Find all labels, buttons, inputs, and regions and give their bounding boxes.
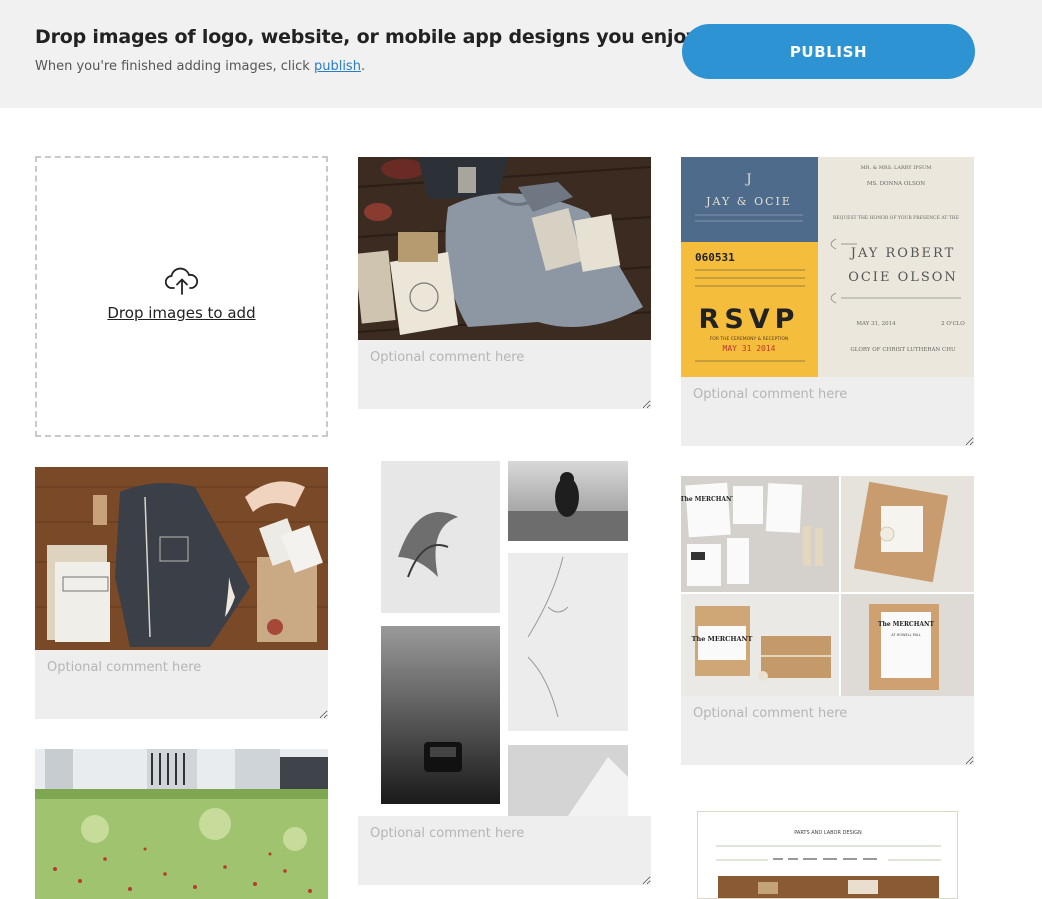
comment-input[interactable] (681, 696, 974, 765)
merchant-envelope-title: The MERCHANT (878, 621, 935, 628)
wedding-date-left: MAY 31, 2014 (856, 321, 896, 327)
image-hoodie-flatlay (35, 467, 328, 650)
image-merchant-stationery: The MERCHANT The MERCHANT The MERCHANT A… (681, 476, 974, 696)
parts-labor-title: PARTS AND LABOR DESIGN (794, 830, 862, 836)
comment-input[interactable] (358, 816, 651, 885)
cloud-upload-icon (165, 267, 199, 295)
wedding-date-right: 2 O'CLO (941, 321, 965, 327)
merchant-sub: AT HOWELL MILL (891, 633, 920, 637)
comment-input[interactable] (358, 340, 651, 409)
image-city-meadow (35, 749, 328, 899)
wedding-parents-line: MR. & MRS. LARRY IPSUM (861, 165, 932, 171)
wedding-monogram-text: JAY & OCIE (705, 195, 792, 208)
publish-link[interactable]: publish (314, 59, 361, 74)
drop-zone[interactable]: Drop images to add (35, 156, 328, 437)
image-troop-apparel (358, 157, 651, 340)
svg-text:J: J (744, 172, 751, 187)
instructions-text: When you're finished adding images, clic… (35, 59, 314, 74)
comment-input[interactable] (35, 650, 328, 719)
merchant-card-title: The MERCHANT (681, 496, 737, 503)
wedding-request-line: REQUEST THE HONOR OF YOUR PRESENCE AT TH… (833, 215, 959, 221)
wedding-name2: OCIE OLSON (848, 270, 958, 285)
wedding-parents-line2: MS. DONNA OLSON (867, 181, 925, 187)
header-instructions: When you're finished adding images, clic… (35, 59, 365, 74)
image-wedding-invitation: J JAY & OCIE 060531 RSVP FOR THE CEREMON… (681, 157, 974, 377)
wedding-church: GLORY OF CHRIST LUTHERAN CHU (850, 347, 956, 353)
comment-input[interactable] (681, 377, 974, 446)
wedding-name1: JAY ROBERT (849, 246, 956, 261)
instructions-period: . (360, 59, 366, 74)
wedding-number: 060531 (695, 251, 735, 264)
image-bw-collage (358, 457, 651, 816)
publish-button[interactable]: PUBLISH (682, 24, 975, 79)
drop-images-label: Drop images to add (107, 304, 256, 322)
merchant-box-title: The MERCHANT (692, 635, 753, 643)
wedding-rsvp: RSVP (699, 304, 800, 335)
wedding-rsvp-date: MAY 31 2014 (723, 344, 776, 353)
image-parts-labor-website: PARTS AND LABOR DESIGN (697, 811, 958, 899)
wedding-rsvp-sub: FOR THE CEREMONY & RECEPTION (710, 336, 789, 342)
header-bar: Drop images of logo, website, or mobile … (0, 0, 1042, 108)
page-title: Drop images of logo, website, or mobile … (35, 26, 704, 48)
